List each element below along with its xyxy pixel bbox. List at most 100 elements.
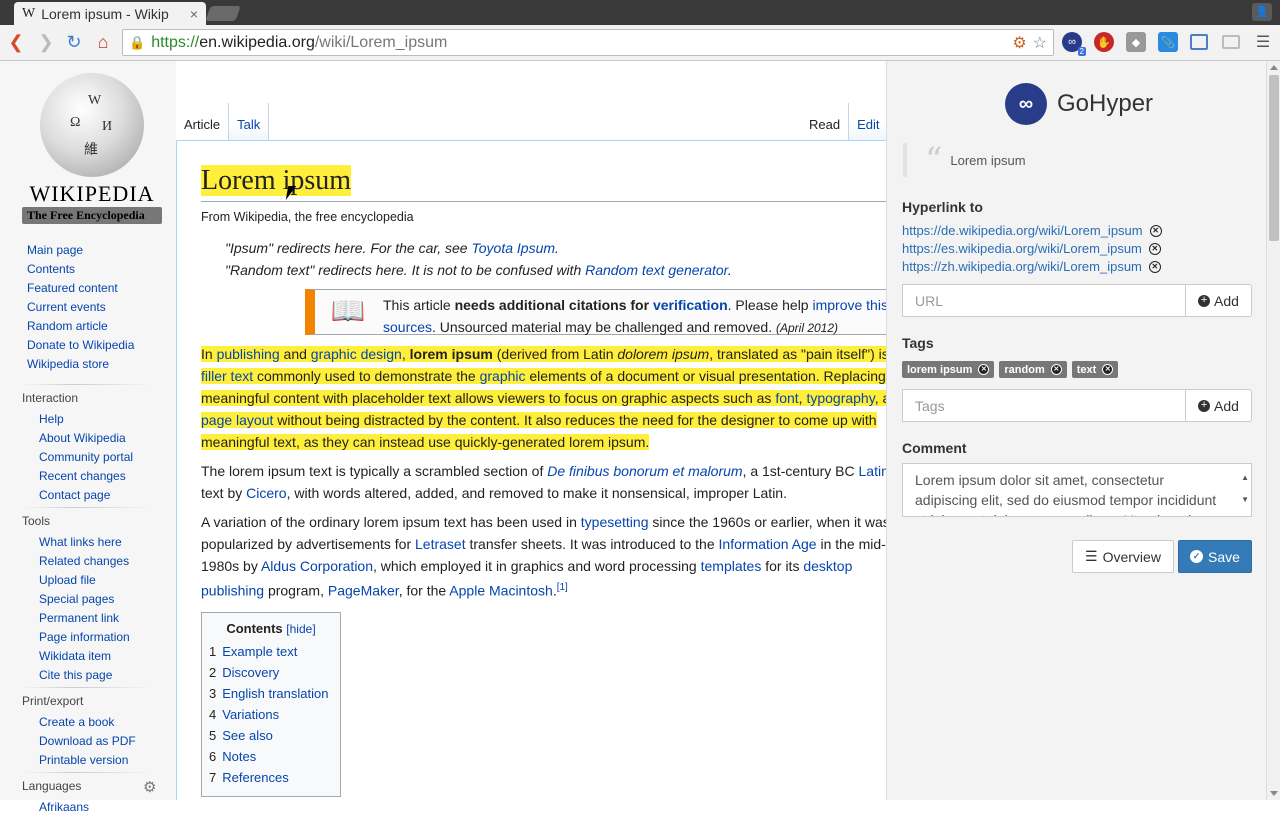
hyperlink-url[interactable]: https://es.wikipedia.org/wiki/Lorem_ipsu… (902, 241, 1142, 256)
toc-item[interactable]: 5 See also (209, 725, 333, 746)
paperclip-extension-icon[interactable]: 📎 (1158, 32, 1178, 52)
wikipedia-logo[interactable]: WΩИ維 WIKIPEDIA The Free Encyclopedia (22, 73, 162, 224)
url-input[interactable]: URL (902, 284, 1186, 317)
cookie-icon[interactable]: ⚙ (1012, 33, 1026, 53)
toc-hide-link[interactable]: [hide] (286, 622, 315, 636)
nav-link[interactable]: Afrikaans (39, 800, 89, 814)
nav-link[interactable]: What links here (39, 535, 122, 549)
new-tab-button[interactable] (205, 6, 241, 21)
citation-link[interactable]: [1] (557, 582, 568, 593)
nav-link[interactable]: Random article (27, 319, 108, 333)
link[interactable]: PageMaker (328, 583, 399, 599)
nav-link[interactable]: Create a book (39, 715, 114, 729)
improve-link[interactable]: improve this (812, 297, 886, 313)
screenshot-extension-icon[interactable] (1190, 34, 1208, 50)
scroll-down-icon[interactable]: ▼ (1241, 490, 1249, 510)
verification-link[interactable]: verification (653, 297, 728, 313)
reload-icon[interactable]: ↻ (63, 31, 85, 53)
add-tag-button[interactable]: + Add (1186, 389, 1252, 422)
link[interactable]: publishing (201, 583, 264, 599)
overview-button[interactable]: ☰ Overview (1072, 540, 1174, 573)
tab-talk-link[interactable]: Talk (237, 117, 260, 132)
toc-link[interactable]: Variations (222, 707, 279, 722)
nav-link[interactable]: Main page (27, 243, 83, 257)
scrollbar-thumb[interactable] (1269, 75, 1279, 241)
toc-item[interactable]: 4 Variations (209, 704, 333, 725)
remove-link-icon[interactable]: ✕ (1148, 260, 1161, 273)
toc-link[interactable]: See also (222, 728, 273, 743)
tab-edit-link[interactable]: Edit (857, 117, 879, 132)
hyperlink-url[interactable]: https://zh.wikipedia.org/wiki/Lorem_ipsu… (902, 259, 1142, 274)
toc-item[interactable]: 7 References (209, 767, 333, 788)
menu-icon[interactable]: ☰ (1252, 31, 1274, 53)
back-icon[interactable]: ❮ (5, 31, 27, 53)
nav-link[interactable]: Related changes (39, 554, 129, 568)
link[interactable]: typesetting (581, 514, 649, 530)
sources-link[interactable]: sources (383, 319, 432, 335)
link[interactable]: Information Age (719, 536, 817, 552)
scroll-up-arrow-icon[interactable] (1270, 65, 1278, 70)
gear-icon[interactable]: ⚙ (143, 778, 156, 796)
nav-link[interactable]: Download as PDF (39, 734, 136, 748)
tab-read[interactable]: Read (801, 103, 850, 141)
link[interactable]: publishing (217, 346, 280, 362)
tab-talk[interactable]: Talk (229, 103, 270, 141)
link[interactable]: Cicero (246, 485, 286, 501)
scroll-up-icon[interactable]: ▲ (1241, 468, 1249, 488)
forward-icon[interactable]: ❯ (35, 31, 57, 53)
nav-link[interactable]: Current events (27, 300, 106, 314)
scroll-down-arrow-icon[interactable] (1270, 791, 1278, 796)
tags-input[interactable]: Tags (902, 389, 1186, 422)
link[interactable]: graphic (480, 368, 526, 384)
remove-link-icon[interactable]: ✕ (1148, 242, 1161, 255)
link[interactable]: De finibus bonorum et malorum (547, 463, 742, 479)
toc-link[interactable]: Example text (222, 644, 297, 659)
tab-edit[interactable]: Edit (849, 103, 889, 141)
home-icon[interactable]: ⌂ (92, 31, 114, 53)
toc-link[interactable]: Discovery (222, 665, 279, 680)
nav-link[interactable]: About Wikipedia (39, 431, 126, 445)
toc-link[interactable]: English translation (222, 686, 328, 701)
hyperlink-url[interactable]: https://de.wikipedia.org/wiki/Lorem_ipsu… (902, 223, 1143, 238)
nav-link[interactable]: Featured content (27, 281, 118, 295)
nav-link[interactable]: Permanent link (39, 611, 119, 625)
nav-link[interactable]: Special pages (39, 592, 114, 606)
nav-link[interactable]: Cite this page (39, 668, 112, 682)
nav-link[interactable]: Printable version (39, 753, 128, 767)
tab-article[interactable]: Article (176, 103, 230, 141)
link[interactable]: typography (806, 390, 874, 406)
nav-link[interactable]: Help (39, 412, 64, 426)
toc-link[interactable]: References (222, 770, 288, 785)
browser-tab[interactable]: W Lorem ipsum - Wikip × (14, 2, 206, 25)
page-scrollbar[interactable] (1266, 61, 1280, 800)
address-bar[interactable]: 🔒 https:// en.wikipedia.org /wiki/Lorem_… (122, 29, 1054, 56)
link[interactable]: Letraset (415, 536, 466, 552)
nav-link[interactable]: Page information (39, 630, 130, 644)
link[interactable]: desktop (803, 558, 852, 574)
remove-tag-icon[interactable]: ✕ (978, 364, 990, 375)
toc-item[interactable]: 2 Discovery (209, 662, 333, 683)
hatnote-link[interactable]: Toyota Ipsum (471, 240, 555, 256)
link[interactable]: font (775, 390, 798, 406)
toc-item[interactable]: 3 English translation (209, 683, 333, 704)
nav-link[interactable]: Recent changes (39, 469, 126, 483)
save-button[interactable]: ✓ Save (1178, 540, 1252, 573)
tab-close-icon[interactable]: × (190, 6, 198, 22)
extension-cube-icon[interactable]: ◆ (1126, 32, 1146, 52)
link[interactable]: Latin (859, 463, 887, 479)
nav-link[interactable]: Wikipedia store (27, 357, 109, 371)
cast-icon[interactable] (1222, 35, 1240, 49)
user-profile-icon[interactable]: 👤 (1252, 3, 1272, 21)
remove-tag-icon[interactable]: ✕ (1050, 364, 1062, 375)
toc-link[interactable]: Notes (222, 749, 256, 764)
remove-link-icon[interactable]: ✕ (1149, 224, 1162, 237)
link[interactable]: templates (701, 558, 762, 574)
add-url-button[interactable]: + Add (1186, 284, 1252, 317)
link[interactable]: graphic design (311, 346, 402, 362)
nav-link[interactable]: Contact page (39, 488, 110, 502)
bookmark-star-icon[interactable]: ☆ (1033, 33, 1047, 53)
comment-textarea[interactable]: Lorem ipsum dolor sit amet, consectetur … (902, 463, 1252, 517)
nav-link[interactable]: Contents (27, 262, 75, 276)
nav-link[interactable]: Wikidata item (39, 649, 111, 663)
nav-link[interactable]: Upload file (39, 573, 96, 587)
